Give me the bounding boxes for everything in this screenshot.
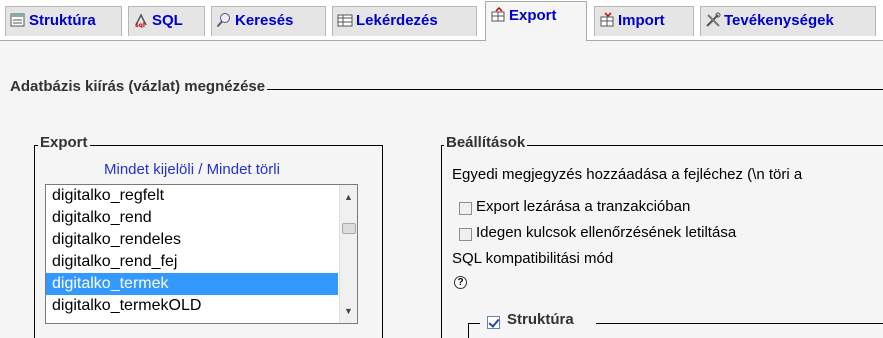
select-all-link[interactable]: Mindet kijelöli [104,161,194,178]
tab-tools[interactable]: Tevékenységek [700,6,876,36]
import-icon [599,12,615,28]
export-legend: Export [38,134,90,151]
link-separator: / [198,161,203,178]
search-icon [216,12,232,28]
tab-export[interactable]: Export [485,1,587,41]
structure-icon [10,12,26,28]
scroll-down-icon[interactable]: ▼ [340,303,357,320]
fk-checkbox[interactable] [459,228,472,241]
list-item-selected[interactable]: digitalko_termek [46,273,338,295]
structure-checkbox[interactable] [487,316,500,329]
query-icon [337,12,353,28]
tab-structure[interactable]: Struktúra [5,6,122,36]
tab-label: Keresés [235,12,294,29]
tab-label: Tevékenységek [724,12,834,29]
structure-label[interactable]: Struktúra [507,311,574,328]
table-listbox[interactable]: digitalko_regfelt digitalko_rend digital… [45,184,358,324]
export-fieldset-left [34,145,35,338]
tools-icon [705,12,721,28]
listbox-scrollbar[interactable]: ▲ ▼ [339,185,357,323]
main-fieldset-legend: Adatbázis kiírás (vázlat) megnézése [8,78,268,95]
tab-bar: Struktúra sql SQL Keresés Lekérdezés Exp… [0,0,883,41]
sql-icon: sql [133,12,149,28]
settings-fieldset-left [441,145,442,338]
scroll-up-icon[interactable]: ▲ [340,189,357,206]
tab-label: SQL [152,12,183,29]
tab-sql[interactable]: sql SQL [128,6,205,36]
structure-fieldset-left [468,323,469,338]
header-comment-label: Egyedi megjegyzés hozzáadása a fejléchez… [452,166,803,183]
tab-search[interactable]: Keresés [211,6,326,36]
tab-label: Export [509,7,557,24]
list-item[interactable]: digitalko_regfelt [46,185,338,207]
list-item[interactable]: digitalko_termekOLD [46,295,338,317]
list-item[interactable]: digitalko_rend [46,207,338,229]
list-item[interactable]: digitalko_rendeles [46,229,338,251]
scroll-thumb[interactable] [342,223,356,234]
tab-query[interactable]: Lekérdezés [332,6,477,36]
tab-label: Lekérdezés [356,12,438,29]
fk-label[interactable]: Idegen kulcsok ellenőrzésének letiltása [476,224,736,241]
transaction-label[interactable]: Export lezárása a tranzakcióban [476,198,690,215]
help-icon[interactable]: ? [454,276,467,289]
tab-label: Import [618,12,665,29]
export-icon [490,7,506,23]
export-fieldset-right [382,145,383,338]
svg-text:sql: sql [135,22,145,28]
list-item[interactable]: digitalko_rend_fej [46,251,338,273]
sql-compat-label: SQL kompatibilitási mód [452,250,614,267]
select-links: Mindet kijelöli / Mindet törli [104,161,280,178]
transaction-checkbox[interactable] [459,202,472,215]
tab-label: Struktúra [29,12,96,29]
tab-import[interactable]: Import [594,6,694,36]
deselect-all-link[interactable]: Mindet törli [207,161,280,178]
settings-legend: Beállítások [444,134,528,151]
